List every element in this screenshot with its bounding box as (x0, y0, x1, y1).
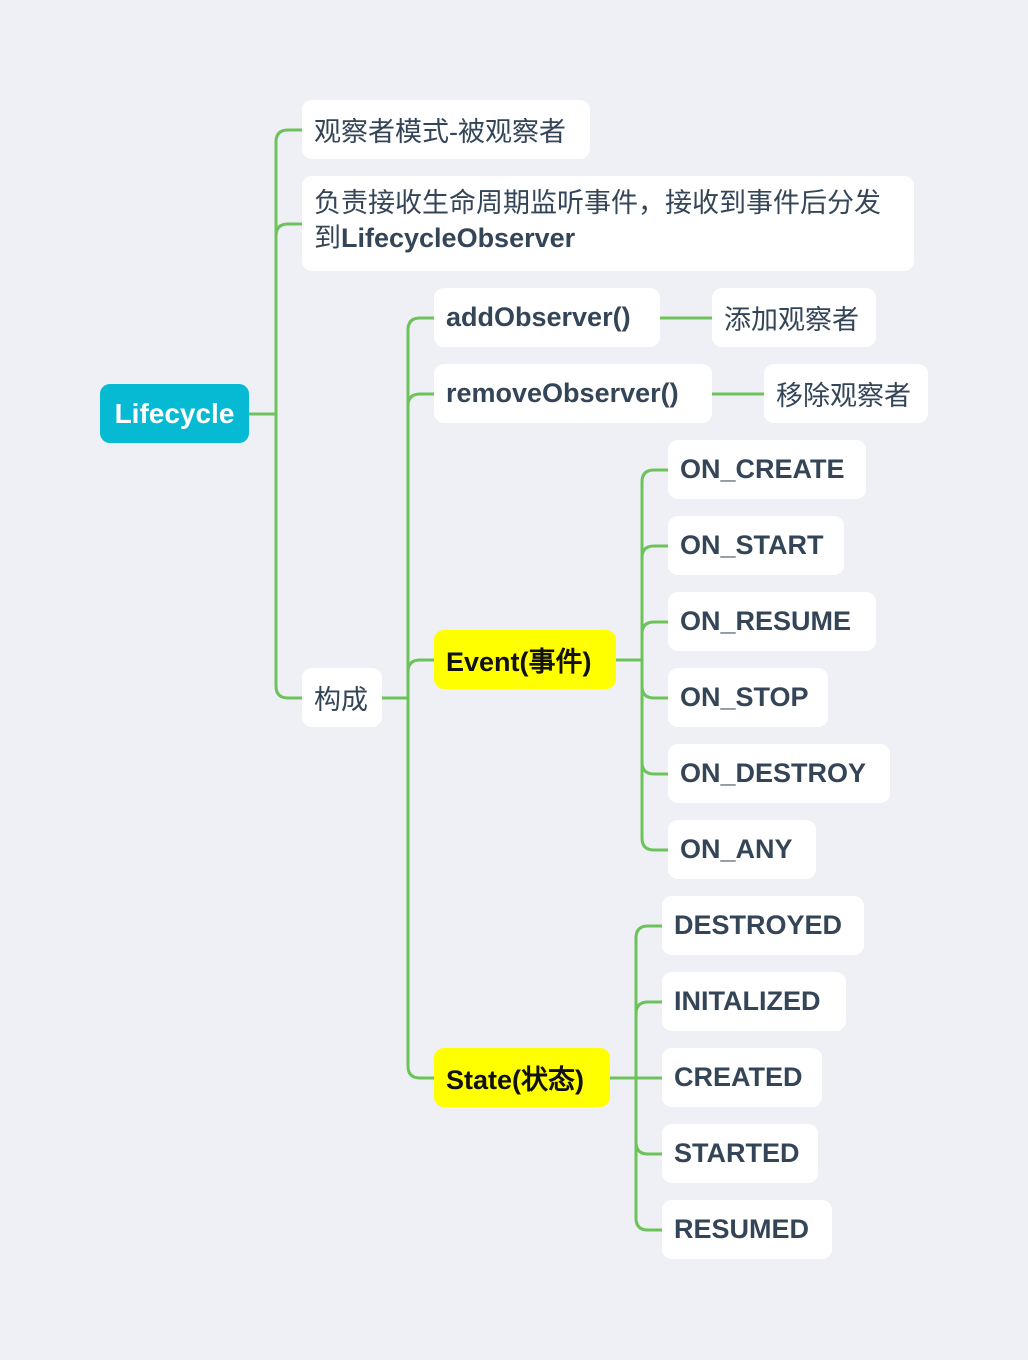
responsibility-node[interactable]: 负责接收生命周期监听事件，接收到事件后分发 到LifecycleObserver (302, 176, 914, 271)
pattern-node[interactable]: 观察者模式-被观察者 (302, 100, 590, 159)
state-label: State(状态) (446, 1065, 585, 1095)
event-item[interactable]: ON_ANY (668, 820, 816, 879)
root-label: Lifecycle (114, 397, 235, 429)
remove-observer-note: 移除观察者 (776, 381, 911, 411)
responsibility-line1: 负责接收生命周期监听事件，接收到事件后分发 (314, 188, 881, 218)
state-item-label: INITALIZED (674, 986, 821, 1016)
event-node[interactable]: Event(事件) (434, 630, 616, 689)
connector-event (406, 658, 436, 674)
event-item-label: ON_START (680, 530, 824, 560)
event-item[interactable]: ON_START (668, 516, 844, 575)
event-item[interactable]: ON_RESUME (668, 592, 876, 651)
remove-observer-label: removeObserver() (446, 378, 679, 408)
connector-responsibility (274, 222, 304, 238)
responsibility-bold: LifecycleObserver (341, 223, 576, 253)
event-item-label: ON_DESTROY (680, 758, 867, 788)
connector-composition (274, 412, 304, 700)
state-item-label: CREATED (674, 1062, 803, 1092)
state-item-label: DESTROYED (674, 910, 843, 940)
remove-observer-note-node[interactable]: 移除观察者 (764, 364, 928, 423)
state-node[interactable]: State(状态) (434, 1048, 610, 1107)
event-item-label: ON_ANY (680, 834, 793, 864)
state-item-label: STARTED (674, 1138, 800, 1168)
add-observer-note-node[interactable]: 添加观察者 (712, 288, 876, 347)
composition-node[interactable]: 构成 (302, 668, 382, 727)
state-item[interactable]: CREATED (662, 1048, 822, 1107)
state-item[interactable]: DESTROYED (662, 896, 864, 955)
event-item-label: ON_CREATE (680, 454, 845, 484)
state-item[interactable]: INITALIZED (662, 972, 846, 1031)
connector-add (406, 316, 436, 700)
root-node[interactable]: Lifecycle (100, 384, 249, 443)
connector-state (406, 696, 436, 1080)
add-observer-label: addObserver() (446, 302, 631, 332)
connector-remove (406, 392, 436, 408)
responsibility-prefix: 到 (314, 223, 341, 253)
remove-observer-node[interactable]: removeObserver() (434, 364, 712, 423)
state-item-label: RESUMED (674, 1214, 810, 1244)
event-label: Event(事件) (446, 647, 592, 677)
state-item[interactable]: RESUMED (662, 1200, 832, 1259)
pattern-label: 观察者模式-被观察者 (314, 117, 566, 147)
add-observer-node[interactable]: addObserver() (434, 288, 660, 347)
event-item-label: ON_RESUME (680, 606, 852, 636)
composition-label: 构成 (314, 685, 368, 715)
state-item[interactable]: STARTED (662, 1124, 818, 1183)
event-item-label: ON_STOP (680, 682, 809, 712)
event-item[interactable]: ON_CREATE (668, 440, 866, 499)
event-item[interactable]: ON_STOP (668, 668, 828, 727)
add-observer-note: 添加观察者 (724, 305, 859, 335)
event-item[interactable]: ON_DESTROY (668, 744, 890, 803)
connector-pattern (274, 128, 304, 416)
